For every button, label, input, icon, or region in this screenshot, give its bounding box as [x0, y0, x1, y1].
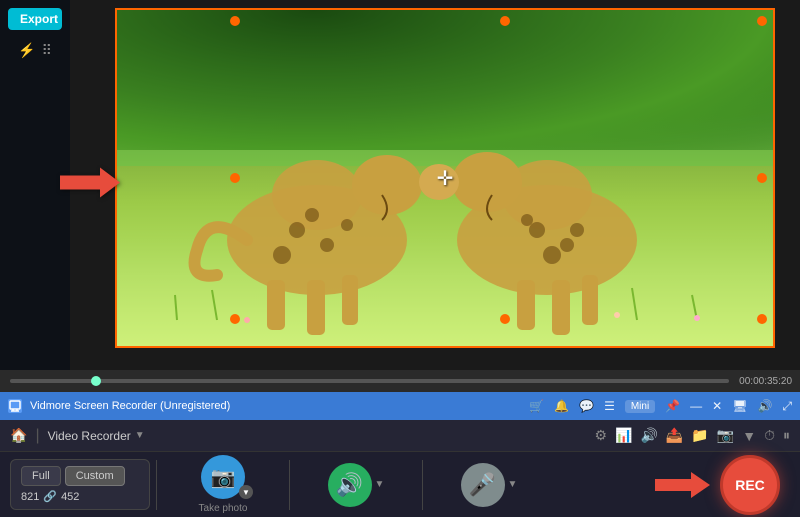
- timeline-knob[interactable]: [91, 376, 101, 386]
- handle-top-right[interactable]: [757, 16, 767, 26]
- handle-bottom-right[interactable]: [757, 314, 767, 324]
- recorder-toolbar: 🏠 | Video Recorder ▼ ⚙ 📊 🔊 📤 📁 📷 ▼ ⏱ ⏸: [0, 420, 800, 452]
- titlebar-controls: 🛒 🔔 💬 ☰ Mini 📌 — ✕ 🖥 🔊 ⤢: [529, 399, 792, 414]
- camera-dropdown-icon[interactable]: ▼: [742, 428, 756, 444]
- custom-mode-button[interactable]: Custom: [65, 466, 125, 486]
- camera-top-icon[interactable]: 📷: [717, 427, 734, 444]
- mode-buttons: Full Custom: [21, 466, 139, 486]
- user-icon[interactable]: 🔔: [554, 399, 569, 413]
- camera-section: 📷 ▼ Take photo: [163, 455, 283, 514]
- cpu-icon[interactable]: 📊: [615, 427, 632, 444]
- expand-icon[interactable]: ⤢: [782, 399, 792, 414]
- mic-button[interactable]: 🎤: [461, 463, 505, 507]
- timeline-time: 00:00:35:20: [739, 376, 800, 387]
- capture-mode-selector: Full Custom 821 🔗 452: [10, 459, 150, 510]
- rec-label: REC: [735, 477, 765, 493]
- settings-icon[interactable]: ⚙: [594, 427, 607, 444]
- divider-3: [422, 460, 423, 510]
- mic-btn-row: 🎤 ▼: [461, 463, 518, 507]
- divider-2: [289, 460, 290, 510]
- separator-1: |: [35, 427, 39, 445]
- recorder-titlebar: Vidmore Screen Recorder (Unregistered) 🛒…: [0, 392, 800, 420]
- audio-btn-row: 🔊 ▼: [328, 463, 385, 507]
- handle-bottom-left[interactable]: [230, 314, 240, 324]
- handle-top-middle[interactable]: [500, 16, 510, 26]
- monitor-icon[interactable]: 🖥: [732, 399, 747, 413]
- section-label: Video Recorder ▼: [48, 429, 145, 443]
- audio-button[interactable]: 🔊: [328, 463, 372, 507]
- menu-icon[interactable]: ☰: [604, 399, 615, 413]
- width-value: 821: [21, 491, 39, 503]
- camera-row: 📷 ▼: [201, 455, 245, 499]
- audio-chevron[interactable]: ▼: [375, 479, 385, 490]
- audio-icon: 🔊: [336, 472, 363, 498]
- recorder-title: Vidmore Screen Recorder (Unregistered): [30, 400, 521, 412]
- audio-settings-icon[interactable]: 🔊: [640, 427, 657, 444]
- video-area: ✛: [0, 0, 800, 370]
- section-label-text: Video Recorder: [48, 429, 131, 443]
- crosshair-cursor: ✛: [433, 166, 457, 190]
- clock-icon[interactable]: ⏱: [764, 427, 775, 444]
- camera-dropdown-arrow: ▼: [242, 488, 250, 497]
- camera-dropdown-btn[interactable]: ▼: [239, 485, 253, 499]
- video-preview: ✛: [115, 8, 775, 348]
- app-icon: [8, 399, 22, 413]
- grid-icon[interactable]: ⠿: [42, 42, 52, 59]
- audio-section: 🔊 ▼: [296, 463, 416, 507]
- timeline-bar[interactable]: 00:00:35:20: [0, 370, 800, 392]
- handle-bottom-middle[interactable]: [500, 314, 510, 324]
- camera-icon: 📷: [211, 465, 236, 490]
- history-icon[interactable]: 📁: [691, 427, 708, 444]
- camera-label: Take photo: [199, 503, 248, 514]
- full-mode-button[interactable]: Full: [21, 466, 61, 486]
- minimize-button[interactable]: —: [690, 399, 702, 413]
- recorder-controls: Full Custom 821 🔗 452 📷 ▼ Take photo: [0, 452, 800, 517]
- arrow-svg: [60, 168, 120, 198]
- chat-icon[interactable]: 💬: [579, 399, 594, 413]
- volume-icon[interactable]: 🔊: [757, 399, 772, 413]
- rec-button[interactable]: REC: [720, 455, 780, 515]
- app-icon-svg: [9, 400, 21, 412]
- size-display: 821 🔗 452: [21, 490, 139, 503]
- pause-icon[interactable]: ⏸: [783, 427, 790, 444]
- mic-icon: 🎤: [469, 472, 496, 498]
- timeline-progress[interactable]: [10, 379, 729, 383]
- cart-icon[interactable]: 🛒: [529, 399, 544, 413]
- sidebar-icon-group: ⚡ ⠿: [18, 42, 52, 59]
- divider-1: [156, 460, 157, 510]
- close-button[interactable]: ✕: [712, 399, 722, 413]
- export-icon[interactable]: 📤: [666, 427, 683, 444]
- camera-button[interactable]: 📷 ▼: [201, 455, 245, 499]
- left-red-arrow: [60, 168, 120, 203]
- home-icon[interactable]: 🏠: [10, 427, 27, 444]
- mini-button[interactable]: Mini: [625, 400, 655, 413]
- pin-icon[interactable]: 📌: [665, 399, 680, 413]
- mic-section: 🎤 ▼: [429, 463, 549, 507]
- handle-middle-left[interactable]: [230, 173, 240, 183]
- rec-arrow-svg: [655, 472, 710, 498]
- export-button[interactable]: Export: [8, 8, 62, 30]
- mic-chevron[interactable]: ▼: [508, 479, 518, 490]
- size-link-icon[interactable]: 🔗: [43, 490, 57, 503]
- filter-icon[interactable]: ⚡: [18, 42, 35, 59]
- toolbar-right: ⚙ 📊 🔊 📤 📁 📷 ▼ ⏱ ⏸: [594, 427, 790, 444]
- handle-middle-right[interactable]: [757, 173, 767, 183]
- handle-top-left[interactable]: [230, 16, 240, 26]
- height-value: 452: [61, 491, 79, 503]
- section-chevron[interactable]: ▼: [135, 430, 145, 441]
- rec-section: REC: [655, 455, 790, 515]
- recorder-panel: Vidmore Screen Recorder (Unregistered) 🛒…: [0, 392, 800, 517]
